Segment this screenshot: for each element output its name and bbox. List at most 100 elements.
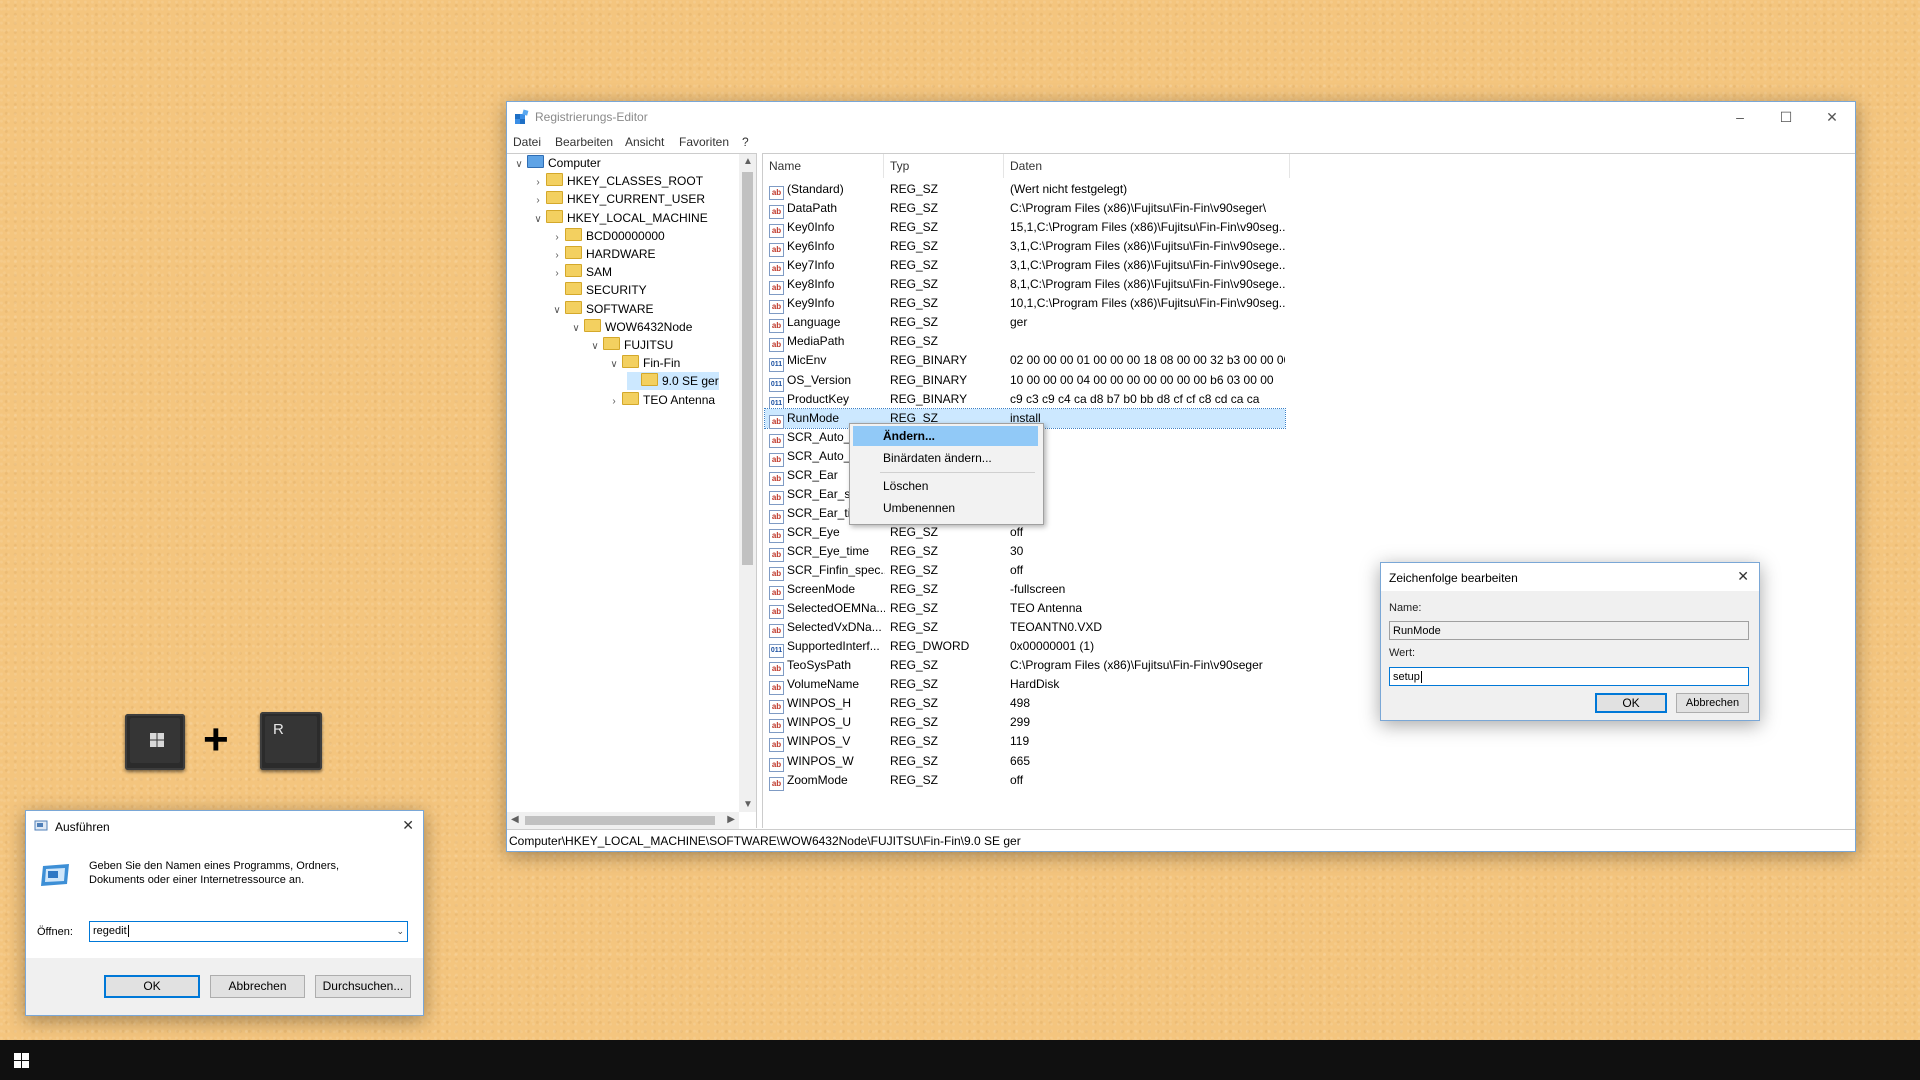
browse-button[interactable]: Durchsuchen... [315,975,411,998]
menu-item-umbenennen[interactable]: Umbenennen [853,498,1038,518]
table-row[interactable]: ab WINPOS_V REG_SZ 119 [765,732,1285,753]
menu-item-binaerdaten-aendern[interactable]: Binärdaten ändern... [853,448,1038,468]
dialog-title-bar[interactable]: Zeichenfolge bearbeiten ✕ [1381,563,1759,591]
scroll-up-icon[interactable]: ▲ [743,156,753,167]
table-row[interactable]: ab Key9Info REG_SZ 10,1,C:\Program Files (x… [765,294,1285,315]
table-row[interactable]: ab Language REG_SZ ger [765,313,1285,334]
chevron-down-icon[interactable]: ⌄ [396,922,404,941]
menu-item-loeschen[interactable]: Löschen [853,476,1038,496]
tree-vertical-scrollbar[interactable]: ▲ ▼ [739,154,756,812]
column-name[interactable]: Name [763,154,884,178]
table-row[interactable]: ab Key8Info REG_SZ 8,1,C:\Program Files (x8… [765,275,1285,296]
tree-node[interactable]: SECURITY [551,281,647,299]
dialog-title-bar[interactable]: Ausführen ✕ [26,811,423,841]
table-row[interactable]: ab TeoSysPath REG_SZ C:\Program Files (x86)… [765,656,1285,677]
table-row[interactable]: ab SCR_Finfin_spec... REG_SZ off [765,561,1285,581]
cell-name: ab Key0Info [769,218,885,239]
string-value-icon: ab [769,281,784,296]
table-row[interactable]: 011 OS_Version REG_BINARY 10 00 00 00 04 00… [765,371,1285,392]
table-row[interactable]: ab Key7Info REG_SZ 3,1,C:\Program Files (x8… [765,256,1285,277]
chevron-down-icon[interactable]: ∨ [513,156,525,174]
folder-icon [546,209,563,223]
table-row[interactable]: ab WINPOS_U REG_SZ 299 [765,713,1285,734]
chevron-down-icon[interactable]: ∨ [532,211,544,229]
open-combobox[interactable]: regedit ⌄ [89,921,408,942]
tree-node[interactable]: › SAM [551,263,612,281]
menu-help[interactable]: ? [742,135,749,149]
minimize-button[interactable]: – [1717,102,1763,132]
table-row[interactable]: ab SelectedOEMNa... REG_SZ TEO Antenna [765,599,1285,620]
table-row[interactable]: ab Key0Info REG_SZ 15,1,C:\Program Files (x… [765,218,1285,239]
table-row[interactable]: ab SCR_Eye_time REG_SZ 30 [765,542,1285,562]
table-row[interactable]: 011 MicEnv REG_BINARY 02 00 00 00 01 00 00 … [765,351,1285,373]
scroll-thumb[interactable] [742,172,753,565]
tree-node[interactable]: ∨ Computer [513,154,601,172]
scroll-down-icon[interactable]: ▼ [743,799,753,810]
chevron-down-icon[interactable]: ∨ [589,338,601,356]
table-row[interactable]: ab DataPath REG_SZ C:\Program Files (x86)\F… [765,199,1285,220]
table-row[interactable]: ab Key6Info REG_SZ 3,1,C:\Program Files (x8… [765,237,1285,258]
tree-node[interactable]: ∨ WOW6432Node [570,318,692,336]
tree-node[interactable]: ∨ HKEY_LOCAL_MACHINE [532,209,708,227]
close-button[interactable]: ✕ [1809,102,1855,132]
scroll-left-icon[interactable]: ◀ [511,814,519,825]
tree-node[interactable]: › HKEY_CLASSES_ROOT [532,172,703,190]
string-value-icon: ab [769,662,784,677]
tree-node[interactable]: 9.0 SE ger [627,372,719,391]
value-field[interactable]: setup [1389,667,1749,686]
windows-logo-icon[interactable] [14,1053,29,1068]
table-row[interactable]: ab (Standard) REG_SZ (Wert nicht festgelegt… [765,180,1285,200]
column-data[interactable]: Daten [1004,154,1290,178]
title-bar[interactable]: Registrierungs-Editor – ☐ ✕ [507,102,1855,132]
table-row[interactable]: ab MediaPath REG_SZ [765,332,1285,353]
close-icon[interactable]: ✕ [1737,568,1749,585]
tree-node[interactable]: ∨ FUJITSU [589,336,673,354]
table-row[interactable]: ab ScreenMode REG_SZ -fullscreen [765,580,1285,601]
chevron-right-icon[interactable]: › [608,393,620,411]
tree-node[interactable]: ∨ Fin-Fin [608,354,680,372]
menu-item-aendern[interactable]: Ändern... [853,426,1038,446]
cell-data: TEOANTN0.VXD [1010,620,1103,635]
scroll-thumb[interactable] [525,816,715,825]
table-row[interactable]: ab ZoomMode REG_SZ off [765,771,1285,791]
cell-name: ab ZoomMode [769,771,885,791]
table-row[interactable]: ab SCR_Eye REG_SZ off [765,523,1285,543]
table-row[interactable]: ab WINPOS_H REG_SZ 498 [765,694,1285,715]
chevron-down-icon[interactable]: ∨ [570,320,582,338]
table-row[interactable]: 011 ProductKey REG_BINARY c9 c3 c9 c4 ca d8… [765,390,1285,411]
folder-icon [546,173,563,187]
chevron-down-icon[interactable]: ∨ [551,302,563,320]
cancel-button[interactable]: Abbrechen [1676,693,1749,713]
menu-favoriten[interactable]: Favoriten [679,135,729,149]
tree-node-label: Computer [548,156,601,170]
cell-name: ab SCR_Eye_time [769,542,885,562]
string-value-icon: ab [769,624,784,639]
table-row[interactable]: ab SelectedVxDNa... REG_SZ TEOANTN0.VXD [765,618,1285,639]
value-name: Language [787,315,841,330]
cancel-button[interactable]: Abbrechen [210,975,305,998]
menu-bearbeiten[interactable]: Bearbeiten [555,135,613,149]
table-row[interactable]: ab VolumeName REG_SZ HardDisk [765,675,1285,696]
tree-node[interactable]: ∨ SOFTWARE [551,300,654,318]
key-tree[interactable]: ∨ Computer › HKEY_CLASSES_ROOT › HKEY_CURRENT… [507,153,756,829]
pane-splitter[interactable] [756,153,763,828]
name-field[interactable]: RunMode [1389,621,1749,640]
tree-node[interactable]: › BCD00000000 [551,227,665,245]
table-row[interactable]: 011 SupportedInterf... REG_DWORD 0x00000001… [765,637,1285,659]
table-row[interactable]: ab WINPOS_W REG_SZ 665 [765,752,1285,772]
tree-node[interactable]: › HARDWARE [551,245,656,263]
chevron-down-icon[interactable]: ∨ [608,356,620,374]
menu-datei[interactable]: Datei [513,135,541,149]
ok-button[interactable]: OK [1595,693,1667,713]
maximize-button[interactable]: ☐ [1763,102,1809,132]
scroll-right-icon[interactable]: ▶ [727,814,735,825]
tree-node[interactable]: › TEO Antenna [608,391,715,409]
tree-node[interactable]: › HKEY_CURRENT_USER [532,190,705,208]
close-icon[interactable]: ✕ [402,817,414,834]
column-type[interactable]: Typ [884,154,1004,178]
ok-button[interactable]: OK [104,975,200,998]
run-app-icon [34,820,48,831]
menu-ansicht[interactable]: Ansicht [625,135,664,149]
tree-horizontal-scrollbar[interactable]: ◀ ▶ [507,812,739,829]
cell-name: ab SCR_Finfin_spec... [769,561,885,581]
